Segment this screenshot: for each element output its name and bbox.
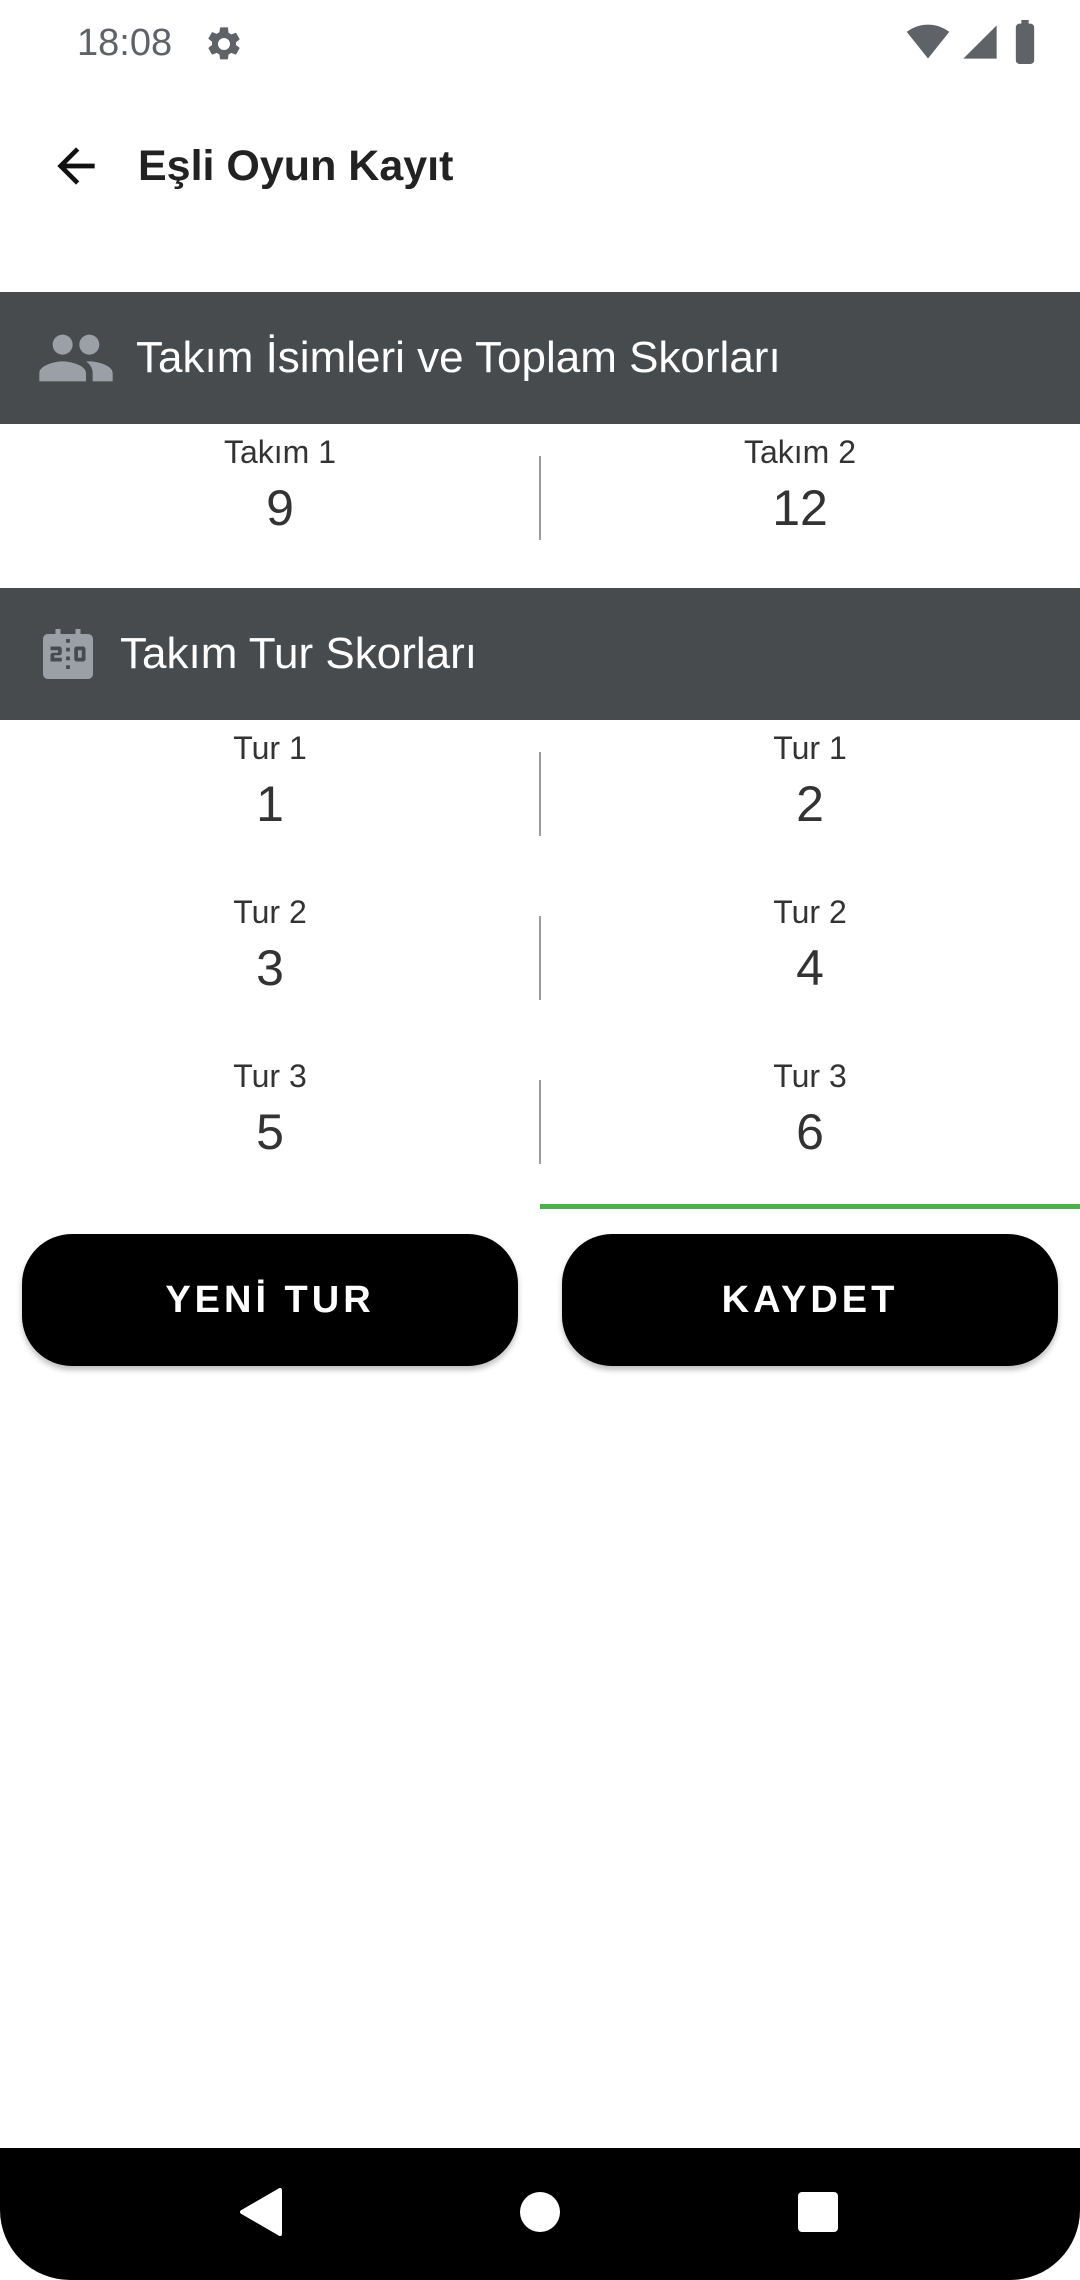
nav-recents-icon [797,2191,839,2238]
team-total-value: 12 [772,480,828,536]
status-bar: 18:08 [0,0,1080,88]
save-button[interactable]: KAYDET [562,1234,1058,1366]
battery-icon [1010,19,1040,69]
signal-icon [960,22,1000,67]
focused-field-underline [540,1204,1080,1209]
round-score: 4 [796,940,824,996]
team-1-round-1-field[interactable]: Tur 1 1 [0,720,540,840]
nav-home-button[interactable] [498,2172,582,2256]
round-score: 6 [796,1104,824,1160]
round-label: Tur 2 [773,894,847,930]
round-label: Tur 3 [233,1058,307,1094]
round-score: 1 [256,776,284,832]
status-indicators [906,19,1040,69]
round-score: 5 [256,1104,284,1160]
nav-back-button[interactable] [218,2172,302,2256]
scoreboard-icon [28,622,108,686]
team-total-value: 9 [266,480,294,536]
round-score: 3 [256,940,284,996]
team-1-round-3-field[interactable]: Tur 3 5 [0,1048,540,1168]
team-2-round-1-field[interactable]: Tur 1 2 [540,720,1080,840]
round-row: Tur 1 1 Tur 1 2 [0,720,1080,840]
nav-recents-button[interactable] [776,2172,860,2256]
round-label: Tur 3 [773,1058,847,1094]
page-title: Eşli Oyun Kayıt [138,142,454,190]
new-round-button[interactable]: YENİ TUR [22,1234,518,1366]
round-row: Tur 3 5 Tur 3 6 [0,1048,1080,1168]
teams-section-header: Takım İsimleri ve Toplam Skorları [0,292,1080,424]
round-label: Tur 2 [233,894,307,930]
round-label: Tur 1 [773,730,847,766]
back-button[interactable] [40,132,112,204]
status-time: 18:08 [77,22,173,64]
wifi-icon [906,20,950,69]
gear-icon [204,24,244,64]
round-label: Tur 1 [233,730,307,766]
round-row: Tur 2 3 Tur 2 4 [0,884,1080,1004]
team-name-label: Takım 1 [223,434,337,470]
round-score: 2 [796,776,824,832]
team-1-total-field[interactable]: Takım 1 9 [10,424,550,544]
navigation-bar [0,2148,1080,2280]
team-2-total-field[interactable]: Takım 2 12 [530,424,1070,544]
team-1-round-2-field[interactable]: Tur 2 3 [0,884,540,1004]
arrow-back-icon [48,138,104,199]
app-bar: Eşli Oyun Kayıt [0,88,1080,248]
rounds-section-header: Takım Tur Skorları [0,588,1080,720]
team-2-round-3-field[interactable]: Tur 3 6 [540,1048,1080,1168]
team-totals-row: Takım 1 9 Takım 2 12 [0,424,1080,544]
team-2-round-2-field[interactable]: Tur 2 4 [540,884,1080,1004]
nav-back-icon [238,2187,282,2241]
nav-home-icon [518,2190,562,2239]
teams-section-title: Takım İsimleri ve Toplam Skorları [136,333,781,382]
team-name-label: Takım 2 [743,434,857,470]
rounds-section-title: Takım Tur Skorları [120,629,477,678]
people-icon [36,326,116,390]
